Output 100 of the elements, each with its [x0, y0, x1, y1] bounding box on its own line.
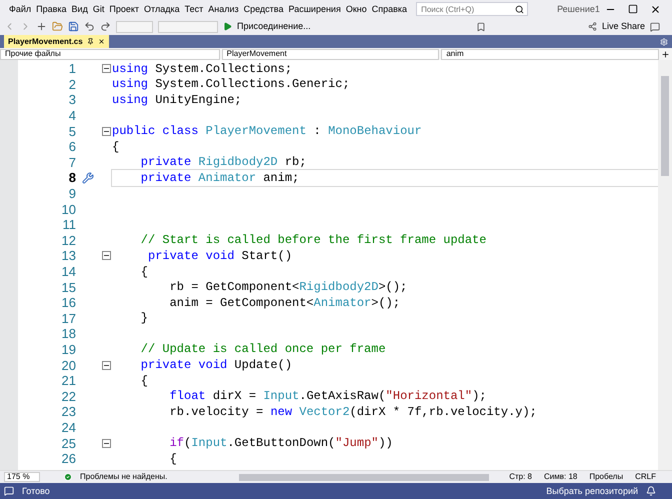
- code-line: using System.Collections;: [112, 60, 292, 78]
- collapse-icon[interactable]: [102, 438, 110, 448]
- line-number: 6: [68, 140, 76, 154]
- code-line: public class PlayerMovement : MonoBehaviour: [112, 123, 422, 140]
- collapse-icon[interactable]: [102, 64, 110, 74]
- output-icon[interactable]: [4, 486, 14, 496]
- file-tab[interactable]: PlayerMovement.cs: [4, 35, 87, 48]
- navigation-dropdown[interactable]: Прочие файлы: [0, 48, 220, 60]
- editor-status-field[interactable]: Пробелы: [589, 473, 624, 481]
- menu-item[interactable]: Git: [92, 4, 104, 14]
- code-line: {: [140, 264, 148, 281]
- search-icon: [515, 4, 524, 14]
- line-number: 14: [60, 265, 76, 278]
- menu-item[interactable]: Окно: [346, 4, 367, 14]
- live-share-button[interactable]: Live Share: [602, 22, 645, 31]
- line-number: 5: [68, 124, 76, 138]
- share-icon[interactable]: [588, 22, 597, 31]
- navigation-dropdown[interactable]: PlayerMovement: [222, 48, 440, 60]
- maximize-icon[interactable]: [628, 4, 638, 14]
- save-icon[interactable]: [68, 21, 79, 32]
- code-line: using System.Collections.Generic;: [112, 76, 350, 94]
- attach-button[interactable]: Присоединение...: [237, 22, 311, 31]
- code-line: anim = GetComponent<Animator>();: [168, 294, 400, 312]
- settings-icon[interactable]: [660, 38, 668, 46]
- status-message: Готово: [22, 486, 50, 496]
- code-line: rb = GetComponent<Rigidbody2D>();: [168, 279, 408, 296]
- code-line: {: [112, 138, 120, 156]
- line-number: 2: [68, 78, 76, 91]
- menu-item[interactable]: Тест: [184, 4, 204, 14]
- collapse-icon[interactable]: [102, 360, 110, 370]
- line-number: 7: [68, 156, 76, 169]
- solution-name: Решение1: [557, 4, 600, 14]
- line-number: 18: [60, 327, 76, 340]
- redo-icon[interactable]: [100, 21, 111, 32]
- check-icon: [64, 473, 72, 481]
- close-icon[interactable]: [650, 4, 661, 14]
- code-line: private void Update(): [140, 357, 292, 374]
- repository-button[interactable]: Выбрать репозиторий: [546, 486, 638, 496]
- code-line: }: [140, 310, 148, 328]
- line-number: 20: [60, 358, 76, 372]
- line-number: 26: [60, 452, 76, 466]
- line-number: 13: [60, 249, 76, 262]
- notifications-icon[interactable]: [646, 486, 656, 496]
- line-number: 24: [60, 420, 76, 434]
- line-number: 4: [68, 109, 76, 122]
- split-icon[interactable]: [661, 50, 670, 58]
- editor-status-field[interactable]: Симв: 18: [544, 473, 578, 481]
- feedback-icon[interactable]: [650, 22, 660, 32]
- menu-item[interactable]: Файл: [9, 4, 32, 14]
- code-line: rb.velocity = new Vector2(dirX * 7f,rb.velocity.y);: [168, 404, 537, 421]
- line-number: 12: [60, 234, 76, 247]
- line-number: 25: [60, 436, 76, 450]
- line-number: 17: [60, 312, 76, 325]
- menu-item[interactable]: Правка: [36, 4, 67, 14]
- pin-icon[interactable]: [86, 38, 94, 45]
- folder-icon[interactable]: [52, 21, 63, 32]
- menu-item[interactable]: Проект: [109, 4, 140, 14]
- line-number: 11: [62, 218, 76, 232]
- code-line: {: [168, 450, 177, 468]
- navigation-dropdown[interactable]: anim: [441, 48, 660, 60]
- code-line: private Animator anim;: [140, 170, 300, 187]
- bookmark-icon[interactable]: [476, 22, 486, 32]
- wrench-icon[interactable]: [82, 172, 94, 184]
- code-line: // Start is called before the first frame update: [140, 232, 486, 250]
- line-number: 21: [60, 374, 76, 388]
- collapse-icon[interactable]: [102, 126, 110, 136]
- collapse-icon[interactable]: [102, 251, 110, 260]
- issues-status[interactable]: Проблемы не найдены.: [80, 473, 168, 481]
- code-line: {: [140, 372, 148, 390]
- menu-item[interactable]: Анализ: [208, 4, 239, 14]
- code-line: private void Start(): [147, 248, 292, 265]
- line-number: 19: [60, 342, 76, 356]
- menu-item[interactable]: Расширения: [288, 4, 341, 14]
- menu-item[interactable]: Средства: [244, 4, 284, 14]
- close-tab-icon[interactable]: [98, 38, 105, 45]
- code-line: // Update is called once per frame: [140, 341, 386, 358]
- line-number: 16: [60, 296, 76, 310]
- menu-item[interactable]: Вид: [72, 4, 88, 14]
- undo-icon[interactable]: [84, 21, 95, 32]
- line-number: 15: [60, 280, 76, 294]
- zoom-dropdown[interactable]: 175 %: [4, 472, 40, 482]
- new-item-icon[interactable]: [36, 21, 47, 32]
- code-line: float dirX = Input.GetAxisRaw("Horizontal");: [168, 388, 486, 406]
- menu-item[interactable]: Справка: [372, 4, 408, 14]
- line-number: 3: [68, 93, 76, 106]
- editor-status-field[interactable]: Стр: 8: [509, 473, 532, 481]
- play-icon[interactable]: [223, 22, 232, 31]
- code-line: if(Input.GetButtonDown("Jump")): [168, 435, 393, 452]
- horizontal-scrollbar[interactable]: [239, 474, 490, 480]
- line-number: 1: [68, 62, 76, 76]
- menu-item[interactable]: Отладка: [144, 4, 180, 14]
- line-number: 10: [60, 202, 76, 216]
- code-line: private Rigidbody2D rb;: [140, 154, 306, 172]
- code-line: using UnityEngine;: [112, 92, 242, 109]
- line-number: 22: [60, 390, 76, 403]
- line-number: 23: [60, 405, 76, 418]
- editor-status-field[interactable]: CRLF: [635, 473, 656, 481]
- line-number: 8: [68, 171, 76, 184]
- vertical-scrollbar[interactable]: [658, 60, 672, 470]
- search-field[interactable]: Поиск (Ctrl+Q): [416, 2, 528, 16]
